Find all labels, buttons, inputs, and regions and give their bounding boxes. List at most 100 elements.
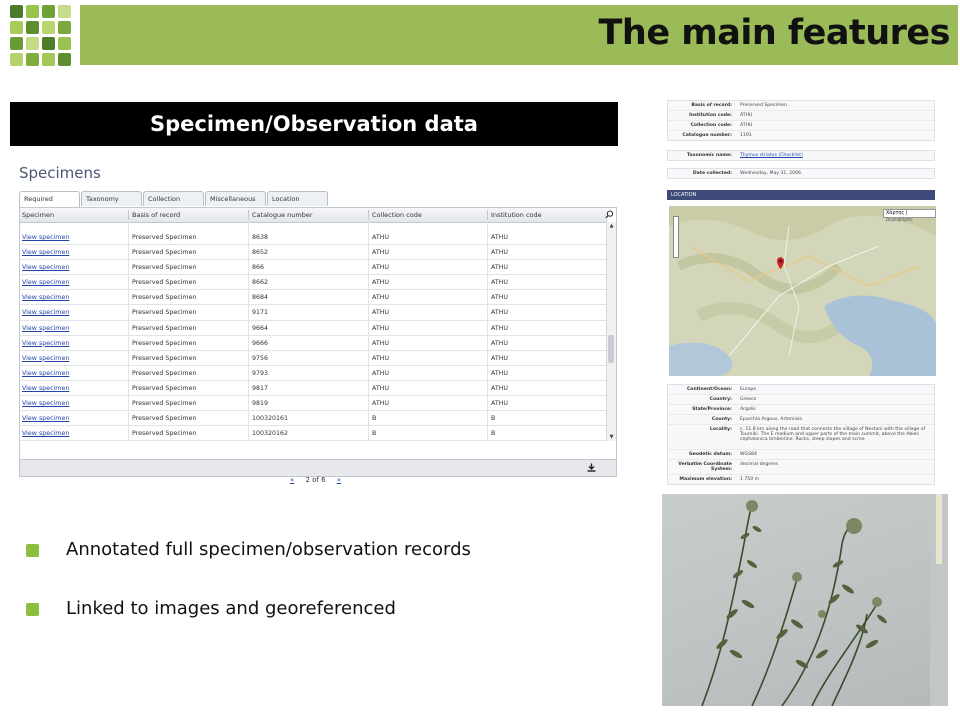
catalogue-cell: 9756: [252, 354, 269, 362]
basis-cell: Preserved Specimen: [132, 384, 197, 392]
specimen-link[interactable]: View specimen: [22, 411, 69, 426]
col-header-catalogue[interactable]: Catalogue number: [252, 211, 313, 219]
satellite-view-button[interactable]: Δορυφόρος: [886, 218, 913, 223]
table-row: View specimen Preserved Specimen 9171 ATHU A…: [20, 305, 608, 321]
field-label: Basis of record:: [691, 103, 732, 108]
basis-cell: Preserved Specimen: [132, 294, 197, 302]
specimen-link[interactable]: View specimen: [22, 230, 69, 245]
location-header: LOCATION: [667, 190, 935, 200]
specimen-link[interactable]: View specimen: [22, 290, 69, 305]
specimen-photo: [662, 494, 948, 706]
specimen-link[interactable]: View specimen: [22, 275, 69, 290]
field-value: 1191: [740, 133, 752, 138]
basis-cell: Preserved Specimen: [132, 415, 197, 423]
field-value: Europe: [740, 387, 757, 392]
basis-cell: Preserved Specimen: [132, 339, 197, 347]
catalogue-cell: 100320161: [252, 415, 289, 423]
table-row: View specimen Preserved Specimen 100320161…: [20, 411, 608, 427]
logo-grid: [10, 5, 74, 66]
tab-taxonomy[interactable]: Taxonomy: [81, 191, 142, 206]
grid-header: Specimen Basis of record Catalogue numbe…: [20, 208, 608, 223]
field-label: Taxonomic name:: [687, 153, 732, 158]
institution-cell: ATHU: [491, 309, 509, 317]
field-value: WGS84: [740, 452, 757, 457]
basis-cell: Preserved Specimen: [132, 369, 197, 377]
field-label: Verbatim Coordinate System:: [678, 462, 732, 472]
taxonomic-name-link[interactable]: Thymus striatus (Checklist): [740, 153, 932, 158]
institution-cell: ATHU: [491, 354, 509, 362]
tab-required[interactable]: Required: [19, 191, 80, 208]
specimen-link[interactable]: View specimen: [22, 260, 69, 275]
pager-prev-link[interactable]: «: [290, 476, 294, 484]
zoom-slider[interactable]: [673, 216, 679, 258]
collection-cell: ATHU: [372, 279, 390, 287]
scrollbar-thumb[interactable]: [608, 335, 614, 363]
col-header-basis[interactable]: Basis of record: [132, 211, 180, 219]
tab-miscellaneous[interactable]: Miscellaneous: [205, 191, 266, 206]
specimen-link[interactable]: View specimen: [22, 245, 69, 260]
specimen-link[interactable]: View specimen: [22, 426, 69, 441]
field-value: Wednesday, May 31, 2006: [740, 171, 801, 176]
institution-cell: B: [491, 430, 496, 438]
table-row: View specimen Preserved Specimen 9793 ATHU A…: [20, 366, 608, 381]
institution-cell: ATHU: [491, 279, 509, 287]
specimen-link[interactable]: View specimen: [22, 366, 69, 381]
pager-next-link[interactable]: »: [337, 476, 341, 484]
pager-label: 2 of 6: [305, 476, 326, 484]
specimen-link[interactable]: View specimen: [22, 305, 69, 320]
record-box-location: Continent/Ocean: Europe Country: Greece St…: [667, 384, 935, 485]
collection-cell: ATHU: [372, 339, 390, 347]
field-value: Preserved Specimen: [740, 103, 788, 108]
grid-scrollbar[interactable]: ▲ ▼: [606, 222, 616, 441]
specimen-link[interactable]: View specimen: [22, 351, 69, 366]
specimen-link[interactable]: View specimen: [22, 396, 69, 411]
field-label: Country:: [709, 397, 732, 402]
field-value: Argolis: [740, 407, 756, 412]
institution-cell: ATHU: [491, 249, 509, 257]
grid-rows: View specimen Preserved Specimen 8638 ATHU A…: [20, 230, 608, 442]
institution-cell: ATHU: [491, 324, 509, 332]
map-type-toggle: Χάρτης | Δορυφόρος: [883, 209, 936, 223]
specimen-link[interactable]: View specimen: [22, 321, 69, 336]
catalogue-cell: 9793: [252, 369, 269, 377]
record-box-date: Date collected: Wednesday, May 31, 2006: [667, 168, 935, 179]
table-row: View specimen Preserved Specimen 9666 ATHU A…: [20, 336, 608, 351]
col-header-collection[interactable]: Collection code: [372, 211, 422, 219]
specimen-link[interactable]: View specimen: [22, 336, 69, 351]
table-row: View specimen Preserved Specimen 9817 ATHU A…: [20, 381, 608, 397]
field-value: Eparchia Argous, Artemisio: [740, 417, 803, 422]
tab-collection[interactable]: Collection: [143, 191, 204, 206]
map-view-button[interactable]: Χάρτης: [886, 211, 904, 216]
field-label: Geodetic datum:: [688, 452, 732, 457]
collection-cell: B: [372, 430, 377, 438]
table-row: View specimen Preserved Specimen 9664 ATHU A…: [20, 321, 608, 336]
col-header-specimen[interactable]: Specimen: [22, 211, 54, 219]
field-value: Greece: [740, 397, 757, 402]
scroll-down-arrow-icon[interactable]: ▼: [607, 434, 616, 440]
catalogue-cell: 100320162: [252, 430, 289, 438]
map-terrain: [669, 206, 936, 376]
catalogue-cell: 9666: [252, 339, 269, 347]
location-map[interactable]: Χάρτης | Δορυφόρος: [669, 206, 936, 376]
download-icon[interactable]: [587, 463, 596, 472]
collection-cell: ATHU: [372, 264, 390, 272]
field-label: State/Province:: [692, 407, 732, 412]
field-value: 1 750 m: [740, 477, 760, 482]
collection-cell: ATHU: [372, 309, 390, 317]
collection-cell: ATHU: [372, 294, 390, 302]
col-header-institution[interactable]: Institution code: [491, 211, 542, 219]
basis-cell: Preserved Specimen: [132, 309, 197, 317]
search-icon[interactable]: [605, 210, 614, 219]
section-banner: Specimen/Observation data: [10, 102, 618, 146]
scroll-up-arrow-icon[interactable]: ▲: [607, 223, 616, 229]
basis-cell: Preserved Specimen: [132, 324, 197, 332]
collection-cell: ATHU: [372, 384, 390, 392]
field-label: Catalogue number:: [682, 133, 732, 138]
catalogue-cell: 866: [252, 264, 265, 272]
collection-cell: B: [372, 415, 377, 423]
table-row: View specimen Preserved Specimen 8684 ATHU A…: [20, 290, 608, 306]
tab-location[interactable]: Location: [267, 191, 328, 206]
field-label: County:: [711, 417, 732, 422]
specimen-link[interactable]: View specimen: [22, 381, 69, 396]
bullet-text-1: Annotated full specimen/observation reco…: [66, 539, 471, 560]
